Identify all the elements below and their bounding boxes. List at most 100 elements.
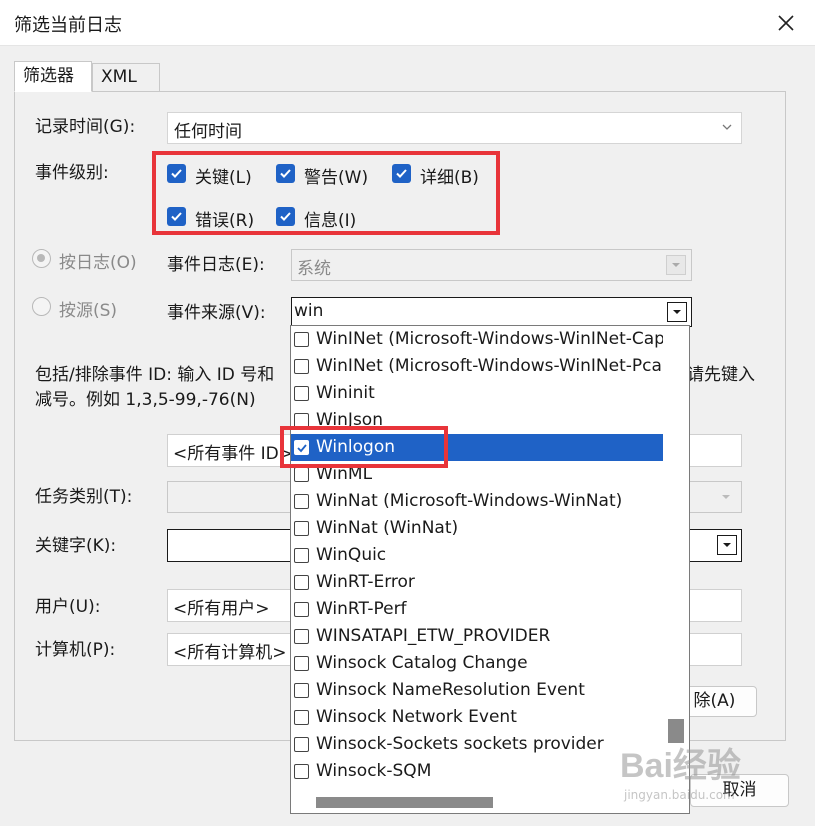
event-source-value: win [294, 301, 324, 321]
event-log-dropdown [666, 255, 686, 275]
critical-checkbox[interactable] [167, 164, 186, 183]
item-checkbox[interactable] [294, 683, 309, 698]
computer-label: 计算机(P): [35, 640, 116, 660]
user-label: 用户(U): [35, 597, 101, 617]
check-icon [171, 212, 182, 221]
item-checkbox[interactable] [294, 629, 309, 644]
baidu-watermark: Bai经验 jingyan.baidu.com [620, 738, 741, 802]
check-icon [396, 169, 407, 178]
list-item[interactable]: Winsock Catalog Change [291, 650, 663, 677]
check-icon [297, 444, 307, 453]
list-item[interactable]: Winsock Network Event [291, 704, 663, 731]
item-label: Winsock-Sockets sockets provider [316, 734, 604, 754]
logged-value: 任何时间 [174, 122, 242, 142]
item-label: Winsock-SQM [316, 761, 432, 781]
chevron-down-icon [722, 495, 730, 499]
user-value: <所有用户> [173, 599, 270, 619]
event-id-desc-line1-right: 请先键入 [687, 365, 755, 385]
item-label: WinNat (Microsoft-Windows-WinNat) [316, 491, 623, 511]
list-item[interactable]: WinML [291, 461, 663, 488]
event-id-desc-line1: 包括/排除事件 ID: 输入 ID 号和 [35, 365, 275, 385]
watermark-logo-text: Bai经验 [620, 747, 741, 785]
logged-label: 记录时间(G): [35, 117, 136, 137]
event-level-label: 事件级别: [35, 163, 109, 183]
item-label: WinJson [316, 410, 383, 430]
list-item[interactable]: WinINet (Microsoft-Windows-WinINet-Capt [291, 326, 672, 353]
chevron-down-icon [723, 543, 731, 547]
item-checkbox[interactable] [294, 602, 309, 617]
by-source-label: 按源(S) [59, 301, 118, 321]
list-item[interactable]: WinINet (Microsoft-Windows-WinINet-Pca) [291, 353, 669, 380]
item-label: Winlogon [316, 437, 396, 457]
item-checkbox[interactable] [294, 494, 309, 509]
item-label: Wininit [316, 383, 375, 403]
list-item[interactable]: Wininit [291, 380, 663, 407]
list-vertical-scrollbar[interactable] [663, 326, 689, 796]
item-label: Winsock NameResolution Event [316, 680, 585, 700]
information-checkbox[interactable] [276, 207, 295, 226]
list-item[interactable]: WinRT-Error [291, 569, 663, 596]
window-title: 筛选当前日志 [14, 15, 122, 36]
item-label: WinRT-Perf [316, 599, 407, 619]
event-source-dropdown[interactable] [667, 302, 687, 322]
list-item[interactable]: WinNat (Microsoft-Windows-WinNat) [291, 488, 663, 515]
logged-select[interactable]: 任何时间 [167, 112, 742, 144]
item-checkbox[interactable] [294, 332, 309, 347]
item-label: WinML [316, 464, 373, 484]
item-label: WinINet (Microsoft-Windows-WinINet-Capt [316, 329, 672, 349]
verbose-checkbox[interactable] [392, 164, 411, 183]
task-category-label: 任务类别(T): [35, 487, 133, 507]
event-source-input[interactable]: win [291, 297, 692, 327]
event-source-label: 事件来源(V): [167, 303, 266, 323]
by-log-radio[interactable] [32, 249, 51, 268]
list-item[interactable]: WinQuic [291, 542, 663, 569]
keywords-dropdown[interactable] [717, 535, 737, 555]
tab-xml[interactable]: XML [92, 63, 160, 92]
item-checkbox[interactable] [294, 548, 309, 563]
close-icon [778, 15, 794, 31]
item-checkbox[interactable] [294, 710, 309, 725]
item-label: WINSATAPI_ETW_PROVIDER [316, 626, 551, 646]
close-button[interactable] [771, 8, 801, 38]
by-source-radio[interactable] [32, 297, 51, 316]
item-label: WinINet (Microsoft-Windows-WinINet-Pca) [316, 356, 669, 376]
event-id-desc-line2: 减号。例如 1,3,5-99,-76(N) [35, 390, 256, 410]
event-log-value: 系统 [297, 259, 331, 279]
warning-label: 警告(W) [304, 168, 369, 188]
item-checkbox[interactable] [294, 764, 309, 779]
item-checkbox[interactable] [294, 413, 309, 428]
list-item[interactable]: Winsock-Sockets sockets provider [291, 731, 663, 758]
tab-filter[interactable]: 筛选器 [14, 61, 92, 92]
item-checkbox[interactable] [294, 359, 309, 374]
title-bar: 筛选当前日志 [0, 0, 815, 46]
list-item[interactable]: WINSATAPI_ETW_PROVIDER [291, 623, 663, 650]
item-label: Winsock Network Event [316, 707, 517, 727]
item-label: WinRT-Error [316, 572, 415, 592]
watermark-url: jingyan.baidu.com [624, 788, 735, 802]
list-item[interactable]: WinJson [291, 407, 663, 434]
list-item[interactable]: WinRT-Perf [291, 596, 663, 623]
item-label: WinQuic [316, 545, 387, 565]
list-item-selected[interactable]: Winlogon [291, 434, 663, 461]
verbose-label: 详细(B) [420, 168, 479, 188]
keywords-label: 关键字(K): [35, 536, 117, 556]
event-id-value: <所有事件 ID> [173, 444, 293, 464]
item-checkbox[interactable] [294, 440, 309, 455]
chevron-down-icon [672, 263, 680, 267]
item-checkbox[interactable] [294, 386, 309, 401]
item-checkbox[interactable] [294, 737, 309, 752]
item-checkbox[interactable] [294, 575, 309, 590]
item-checkbox[interactable] [294, 467, 309, 482]
item-label: WinNat (WinNat) [316, 518, 459, 538]
error-checkbox[interactable] [167, 207, 186, 226]
item-label: Winsock Catalog Change [316, 653, 528, 673]
list-horizontal-scroll-thumb[interactable] [316, 797, 493, 808]
list-item[interactable]: Winsock-SQM [291, 758, 663, 785]
chevron-down-icon [722, 124, 732, 130]
list-item[interactable]: WinNat (WinNat) [291, 515, 663, 542]
list-item[interactable]: Winsock NameResolution Event [291, 677, 663, 704]
chevron-down-icon [673, 310, 681, 314]
item-checkbox[interactable] [294, 656, 309, 671]
warning-checkbox[interactable] [276, 164, 295, 183]
item-checkbox[interactable] [294, 521, 309, 536]
